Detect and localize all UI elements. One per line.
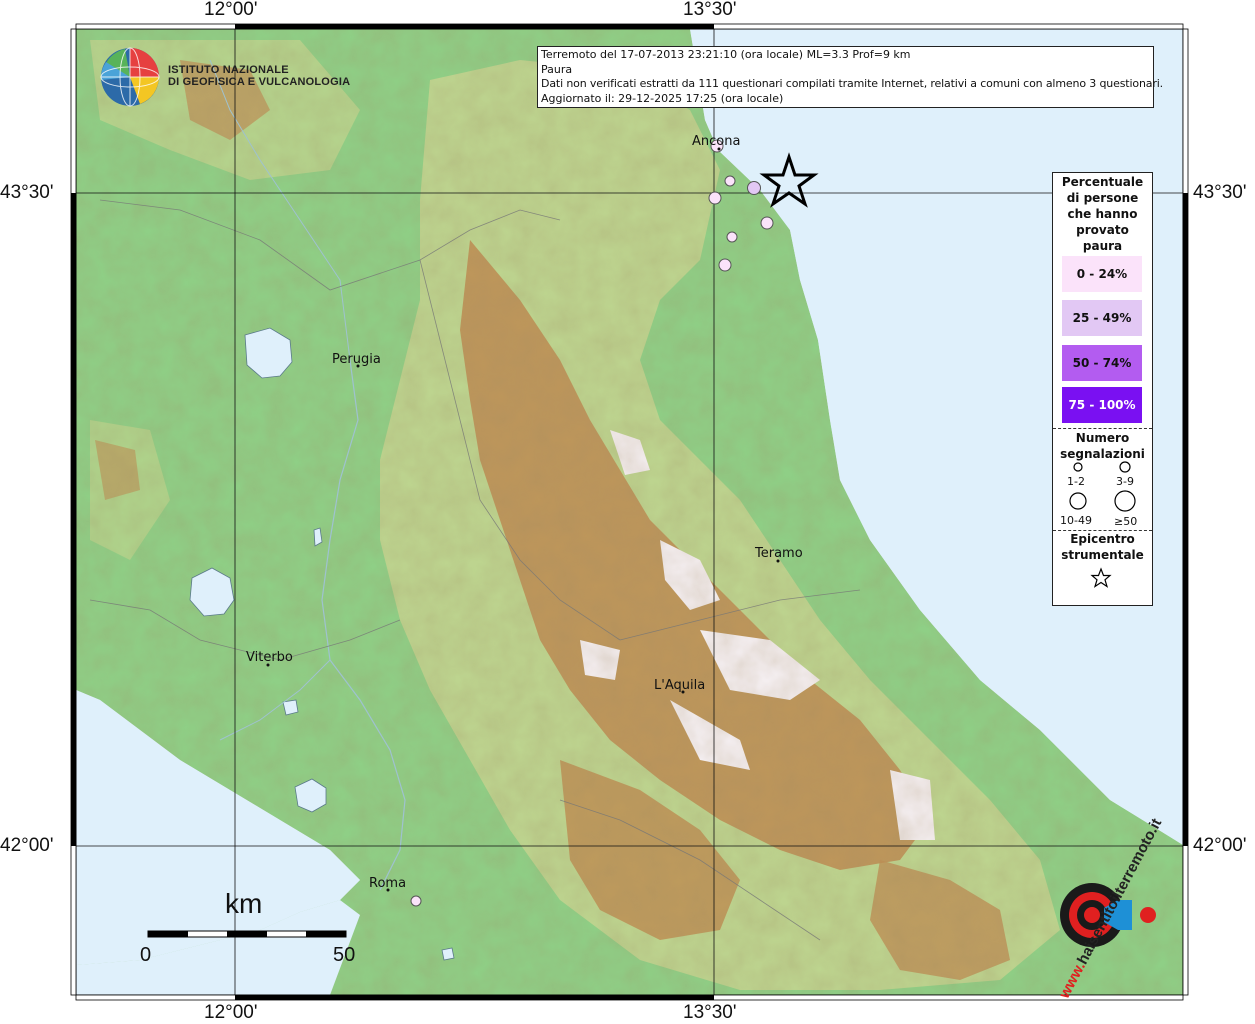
parameter-line: Paura (541, 62, 573, 76)
city-label-viterbo: Viterbo (246, 650, 293, 665)
bottom-tick-12: 12°00' (204, 1002, 258, 1023)
legend-class-1: 25 - 49% (1062, 300, 1142, 336)
scale-min: 0 (140, 944, 152, 966)
right-tick-4200: 42°00' (1193, 835, 1247, 856)
ingv-line1: ISTITUTO NAZIONALE (168, 64, 289, 76)
legend-panel: Percentuale di persone che hanno provato… (1052, 172, 1153, 606)
top-tick-1330: 13°30' (683, 0, 737, 20)
city-label-roma: Roma (369, 876, 407, 891)
right-tick-4330: 43°30' (1193, 182, 1247, 203)
ingv-line2: DI GEOFISICA E VULCANOLOGIA (168, 76, 351, 88)
obs-point (708, 191, 722, 205)
count-label-2: 3-9 (1116, 475, 1134, 488)
city-label-perugia: Perugia (332, 352, 381, 367)
legend-class-3: 75 - 100% (1062, 387, 1142, 423)
event-line: Terremoto del 17-07-2013 23:21:10 (ora l… (541, 48, 911, 61)
city-label-teramo: Teramo (755, 546, 803, 561)
event-info-box: Terremoto del 17-07-2013 23:21:10 (ora l… (537, 46, 1163, 108)
scale-unit: km (225, 888, 263, 919)
bottom-tick-1330: 13°30' (683, 1002, 737, 1023)
legend-title: Percentuale di persone che hanno provato… (1061, 175, 1144, 253)
count-label-4: ≥50 (1114, 515, 1138, 528)
city-label-laquila: L'Aquila (654, 678, 706, 693)
legend-class-0: 0 - 24% (1062, 256, 1142, 292)
obs-point (747, 181, 761, 195)
scale-bar (147, 930, 347, 938)
obs-point (724, 175, 736, 187)
count-label-1: 1-2 (1067, 475, 1085, 488)
city-label-ancona: Ancona (692, 134, 741, 149)
obs-point (718, 258, 732, 272)
top-tick-12: 12°00' (204, 0, 258, 20)
count-label-3: 10-49 (1060, 514, 1092, 527)
obs-point (410, 895, 422, 907)
left-tick-4200: 42°00' (0, 835, 54, 856)
legend-class-2: 50 - 74% (1062, 345, 1142, 381)
scale-max: 50 (333, 944, 356, 966)
updated-line: Aggiornato il: 29-12-2025 17:25 (ora loc… (541, 91, 784, 105)
ingv-logo-text: ISTITUTO NAZIONALE DI GEOFISICA E VULCAN… (168, 64, 350, 88)
obs-point (726, 231, 738, 243)
epicenter-title: Epicentro strumentale (1061, 532, 1144, 562)
star-icon (1090, 567, 1112, 588)
obs-point (760, 216, 774, 230)
data-note-line: Dati non verificati estratti da 111 ques… (541, 77, 1163, 90)
left-tick-4330: 43°30' (0, 182, 54, 203)
ingv-globe-icon (100, 47, 160, 107)
